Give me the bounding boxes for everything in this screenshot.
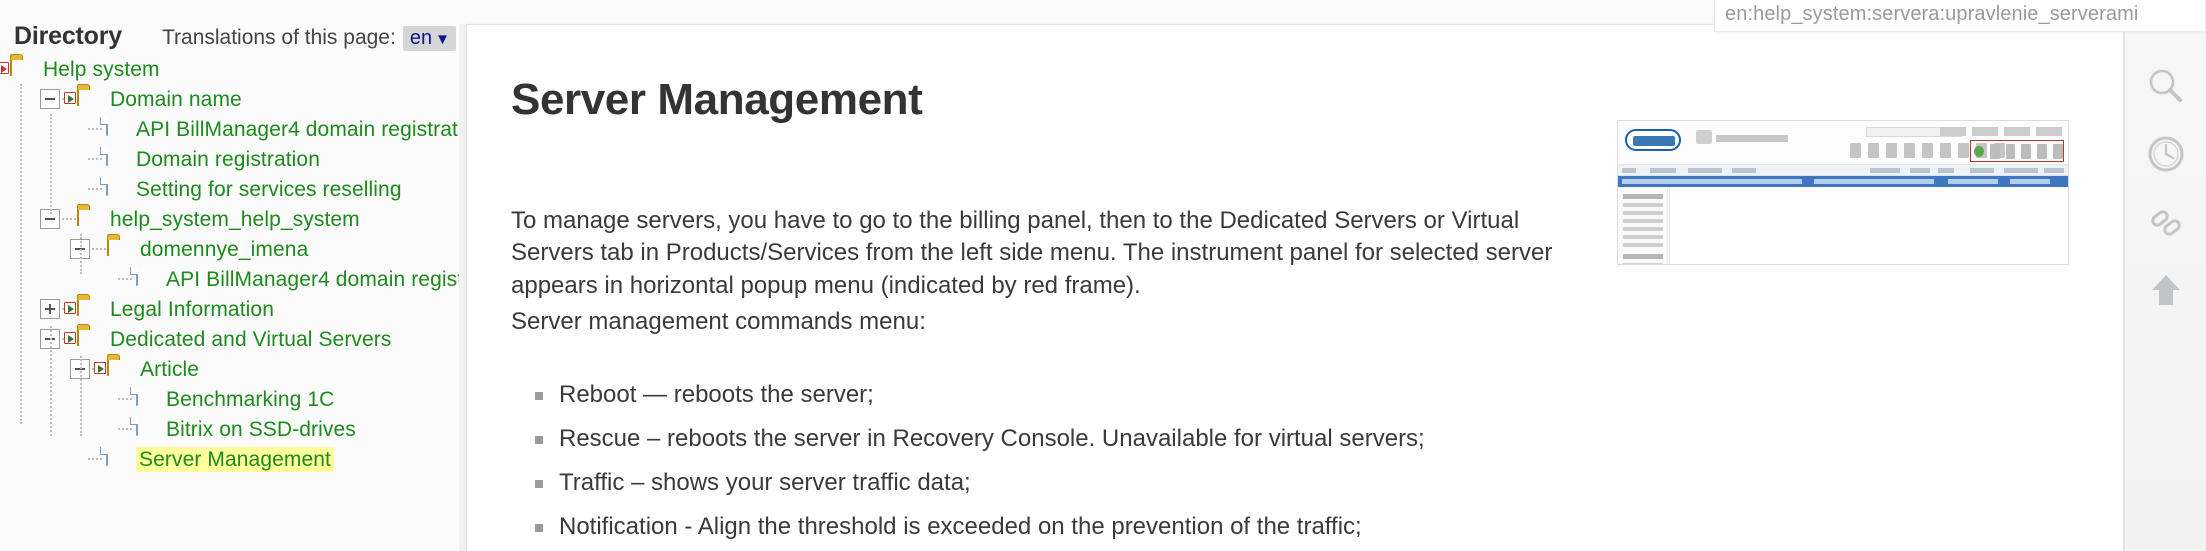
tree-connector [88, 158, 102, 160]
arrow-up-icon[interactable] [2140, 264, 2192, 316]
folder-arrow-icon [64, 87, 103, 110]
tree-item-label: Bitrix on SSD-drives [166, 417, 356, 441]
tree-item-label: Legal Information [110, 297, 274, 321]
paragraph-1: To manage servers, you have to go to the… [511, 207, 1553, 299]
help-wiki-page: en:help_system:servera:upravlenie_server… [0, 0, 2206, 551]
tree-connector [118, 398, 132, 400]
thumbnail-left-menu [1618, 187, 1668, 264]
tree-item-label: Dedicated and Virtual Servers [110, 327, 392, 351]
tree-item[interactable]: Server Management [0, 444, 466, 474]
list-item-text: Rescue – reboots the server in Recovery … [559, 424, 1425, 452]
list-item: Reboot — reboots the server; [535, 380, 2069, 427]
page-icon [133, 387, 159, 410]
tree-item[interactable]: Dedicated and Virtual Servers [0, 324, 466, 354]
page-icon [103, 177, 129, 200]
tree-item[interactable]: Article [0, 354, 466, 384]
page-icon [103, 447, 129, 470]
content-scrollbar[interactable] [459, 24, 466, 551]
sidebar: Directory Translations of this page: en ▼… [0, 0, 488, 551]
intro-copy: To manage servers, you have to go to the… [511, 205, 1586, 339]
tree-item-label: Setting for services reselling [136, 177, 402, 201]
tree-item-label: help_system_help_system [110, 207, 360, 231]
page-icon [103, 117, 129, 140]
tree-connector [88, 458, 102, 460]
billing-panel-thumbnail[interactable] [1617, 120, 2069, 265]
list-item: Notification - Align the threshold is ex… [535, 512, 2069, 551]
thumbnail-topbar [1618, 121, 2068, 165]
page-id-text: en:help_system:servera:upravlenie_server… [1725, 3, 2139, 25]
tree-item[interactable]: Setting for services reselling [0, 174, 466, 204]
tree-item[interactable]: API BillManager4 domain registrat [0, 264, 488, 294]
thumbnail-column-header [1618, 165, 2068, 176]
page-id-box: en:help_system:servera:upravlenie_server… [1714, 0, 2206, 32]
tree-connector [118, 428, 132, 430]
content-inner: Server Management To manage servers, you… [467, 25, 2123, 551]
thumbnail-main-area [1669, 187, 2068, 264]
tree-item[interactable]: domennye_imena [0, 234, 466, 264]
tree-guide-line [80, 234, 82, 274]
section-label-placeholder [1716, 135, 1788, 142]
server-commands-list: Reboot — reboots the server; Rescue – reb… [511, 380, 2069, 551]
search-icon[interactable] [2140, 60, 2192, 112]
folder-icon [77, 207, 103, 230]
tree-connector [118, 278, 132, 280]
tree-item-label: Domain registration [136, 147, 320, 171]
tree-item-label: API BillManager4 domain registrat [166, 267, 488, 291]
directory-tree: Help system Domain name API BillManager4 d… [0, 46, 488, 474]
tree-item[interactable]: Bitrix on SSD-drives [0, 414, 466, 444]
thumbnail-highlighted-toolbar [1970, 140, 2064, 162]
tree-item[interactable]: Help system [0, 54, 466, 84]
tree-connector [88, 188, 102, 190]
tree-item[interactable]: Domain name [0, 84, 466, 114]
tree-item[interactable]: Domain registration [0, 144, 466, 174]
list-item-text: Notification - Align the threshold is ex… [559, 512, 1362, 540]
page-title: Server Management [511, 75, 923, 124]
tree-guide-line [80, 356, 82, 436]
tree-guide-line [50, 114, 52, 214]
paragraph-2: Server management commands menu: [511, 308, 926, 336]
folder-icon [107, 237, 133, 260]
sidebar-header: Directory Translations of this page: en ▼ [0, 0, 466, 51]
tree-item-label: Server Management [136, 446, 334, 472]
tree-item[interactable]: help_system_help_system [0, 204, 466, 234]
tree-item-label: API BillManager4 domain registration [136, 117, 487, 141]
tree-item-label: Article [140, 357, 200, 381]
tree-item-label: Benchmarking 1C [166, 387, 335, 411]
cart-icon [1696, 130, 1712, 144]
thumbnail-selected-row [1618, 176, 2068, 187]
tree-item-label: Help system [43, 57, 160, 81]
tree-connector [92, 248, 106, 250]
tree-item[interactable]: Benchmarking 1C [0, 384, 466, 414]
tree-guide-line [20, 84, 22, 424]
tree-connector [88, 128, 102, 130]
list-item-text: Reboot — reboots the server; [559, 380, 874, 408]
list-item: Rescue – reboots the server in Recovery … [535, 424, 2069, 471]
list-item-text: Traffic – shows your server traffic data… [559, 468, 971, 496]
content-panel: Server Management To manage servers, you… [466, 24, 2124, 551]
rutld-logo-icon [1625, 129, 1681, 151]
clock-icon[interactable] [2140, 128, 2192, 180]
collapse-toggle-icon[interactable] [40, 89, 60, 109]
tree-item[interactable]: API BillManager4 domain registration [0, 114, 486, 144]
folder-arrow-icon [94, 357, 133, 380]
thumbnail-topright-menu [1940, 127, 2062, 136]
tree-item[interactable]: Legal Information [0, 294, 466, 324]
tree-item-label: Domain name [110, 87, 242, 111]
page-icon [133, 267, 159, 290]
folder-arrow-icon [0, 57, 36, 80]
list-item: Traffic – shows your server traffic data… [535, 468, 2069, 515]
tree-item-label: domennye_imena [140, 237, 309, 261]
tool-rail [2124, 0, 2206, 551]
tree-guide-line [50, 326, 52, 436]
link-icon[interactable] [2140, 196, 2192, 248]
tree-connector [62, 218, 76, 220]
page-icon [133, 417, 159, 440]
expand-toggle-icon[interactable] [40, 299, 60, 319]
page-icon [103, 147, 129, 170]
folder-arrow-icon [64, 297, 103, 320]
folder-arrow-icon [64, 327, 103, 350]
